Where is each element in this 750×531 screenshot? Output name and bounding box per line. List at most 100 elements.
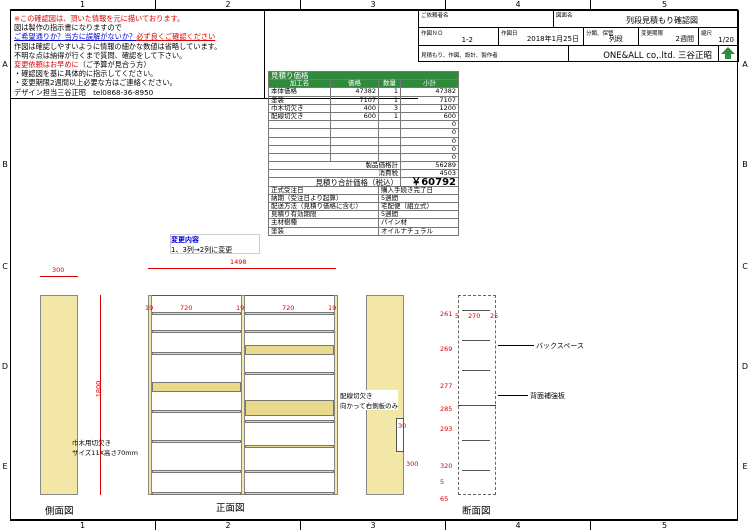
estimate-row: 0 bbox=[268, 128, 459, 138]
tb-maker-value: ONE&ALL co,.ltd. 三谷正昭 bbox=[569, 46, 719, 62]
row-b-right: B bbox=[742, 160, 748, 169]
section-shelf-line bbox=[462, 310, 490, 311]
front-left-side bbox=[148, 295, 152, 495]
front-shelf-left bbox=[152, 440, 241, 443]
front-shelf-right bbox=[245, 330, 334, 333]
col-1-bottom: 1 bbox=[10, 520, 155, 530]
estimate-row: 0 bbox=[268, 144, 459, 154]
change-title: 変更内容 bbox=[171, 236, 199, 244]
front-shelf-right bbox=[245, 372, 334, 375]
tb-drawing: 図面名 列段見積もり確認図 bbox=[554, 10, 739, 28]
row-a-left: A bbox=[2, 60, 8, 69]
estimate-total-row: 製品価格計 56289 bbox=[268, 161, 459, 171]
section-shelf-line bbox=[462, 405, 490, 406]
change-text: 1、3列→2列に変更 bbox=[171, 246, 233, 254]
note-line-3: ご希望通りか？当方に誤解がないか？必ず良くご確認ください bbox=[14, 32, 264, 41]
dim-19-mid: 19 bbox=[236, 304, 245, 312]
sec-v-293: 293 bbox=[440, 425, 453, 433]
back-space-leader bbox=[498, 345, 534, 346]
company-logo-icon bbox=[721, 47, 735, 59]
estimate-row: 0 bbox=[268, 136, 459, 146]
tb-no: 作図ＮＯ 1-2 bbox=[419, 28, 499, 46]
col-3: 3 bbox=[300, 0, 445, 10]
dim-720-right: 720 bbox=[282, 304, 295, 312]
front-shelf-left bbox=[152, 312, 241, 315]
back-reinforce-leader bbox=[498, 395, 528, 396]
front-drawer-panel-right-upper bbox=[245, 345, 334, 355]
estimate-row: 0 bbox=[268, 152, 459, 163]
estimate-info-row: 見積り有効期限 5週間 bbox=[268, 210, 459, 220]
section-view-cabinet bbox=[458, 295, 496, 495]
notch-width-label: 30 bbox=[398, 422, 407, 430]
front-shelf-left bbox=[152, 410, 241, 413]
note-line-1: ※この確認図は、頂いた情報を元に描いております。 bbox=[14, 14, 185, 23]
tb-maker: 見積もり、作図、設計、製作者 bbox=[419, 46, 569, 62]
estimate-info-row: 塗装 オイルナチュラル bbox=[268, 226, 459, 236]
section-shelf-line bbox=[462, 470, 490, 471]
back-reinforce-label: 背面補強板 bbox=[530, 392, 565, 400]
note-line-5: 不明な点は納得が行くまで質問、確認をして下さい。 bbox=[14, 50, 187, 60]
col-4: 4 bbox=[445, 0, 590, 10]
col-2-bottom: 2 bbox=[155, 520, 300, 530]
sec-v-285: 285 bbox=[440, 405, 453, 413]
sec-v-277: 277 bbox=[440, 382, 453, 390]
note-confirm-blue: ご希望通りか？当方に誤解がないか？ bbox=[14, 32, 137, 42]
sec-dim-270: 270 bbox=[468, 312, 481, 320]
title-block: ご依頼者名 図面名 列段見積もり確認図 作図ＮＯ 1-2 作図日 2018年1月25日… bbox=[418, 10, 739, 62]
sec-v-320: 320 bbox=[440, 462, 453, 470]
dim-720-left: 720 bbox=[180, 304, 193, 312]
front-drawer-panel-left bbox=[152, 382, 241, 392]
col-5-bottom: 5 bbox=[590, 520, 738, 530]
sec-dim-25: 25 bbox=[490, 312, 499, 320]
section-view-caption: 断面図 bbox=[462, 506, 491, 517]
row-c-right: C bbox=[742, 262, 748, 271]
sec-dim-5: 5 bbox=[455, 312, 460, 320]
side-depth-dimline bbox=[40, 276, 78, 277]
wiring-notch-note: 配線切欠き 向かって右側板のみ bbox=[340, 390, 399, 410]
side-depth-label: 300 bbox=[52, 266, 65, 274]
side-panel-view bbox=[40, 295, 78, 495]
tb-customer: ご依頼者名 bbox=[419, 10, 554, 28]
row-b-left: B bbox=[2, 160, 8, 169]
note-change-budget: （ご予算が見合う方） bbox=[78, 60, 151, 70]
estimate-row: 配線切欠き 600 1 600 bbox=[268, 111, 459, 122]
note-line-8: ・変更期限2週間以上必要な方はご連絡ください。 bbox=[14, 78, 177, 88]
front-shelf-right bbox=[245, 445, 334, 448]
row-c-left: C bbox=[2, 262, 8, 271]
tb-term: 変更期限 2週間 bbox=[639, 28, 699, 46]
front-drawer-panel-right-lower bbox=[245, 400, 334, 416]
col-1: 1 bbox=[10, 0, 155, 10]
front-view-caption: 正面図 bbox=[216, 503, 245, 514]
note-confirm-red: 必ず良くご確認ください bbox=[136, 32, 216, 42]
note-line-4: 作図は確認しやすいように情報の細かな数値は省略しています。 bbox=[14, 41, 222, 51]
height-label: 1800 bbox=[94, 380, 103, 398]
side-view-caption: 側面図 bbox=[45, 506, 74, 517]
col-2: 2 bbox=[155, 0, 300, 10]
estimate-row: 本体価格 47382 1 47382 bbox=[268, 87, 459, 97]
dim-19-left: 19 bbox=[145, 304, 154, 312]
width-label: 1498 bbox=[230, 258, 247, 266]
notch-height-label: 300 bbox=[406, 460, 419, 468]
row-a-right: A bbox=[742, 60, 748, 69]
section-shelf-line bbox=[462, 370, 490, 371]
tb-class: 分類、保管 列段 bbox=[584, 28, 639, 46]
notes-block: ※この確認図は、頂いた情報を元に描いております。 図は製作の指示書になりますので… bbox=[14, 14, 264, 97]
note-line-6: 変更依頼はお早めに（ご予算が見合う方） bbox=[14, 60, 264, 69]
note-line-2: 図は製作の指示書になりますので bbox=[14, 23, 122, 33]
tb-logo bbox=[719, 46, 739, 62]
estimate-panel: 見積り価格 加工名 価格 数量 小計 本体価格 47382 1 47382 塗装 7107… bbox=[268, 70, 459, 236]
col-5: 5 bbox=[590, 0, 738, 10]
sec-v-5: 5 bbox=[440, 478, 445, 486]
width-dimline bbox=[148, 268, 336, 269]
front-shelf-left bbox=[152, 492, 241, 495]
section-shelf-line bbox=[462, 340, 490, 341]
section-shelf-line bbox=[462, 440, 490, 441]
front-right-side bbox=[334, 295, 338, 495]
front-middle-divider bbox=[241, 295, 245, 495]
row-d-left: D bbox=[1, 362, 9, 371]
estimate-table: 見積り価格 加工名 価格 数量 小計 本体価格 47382 1 47382 塗装 7107… bbox=[268, 70, 459, 236]
sec-v-65: 65 bbox=[440, 495, 449, 503]
row-d-right: D bbox=[741, 362, 749, 371]
front-shelf-right bbox=[245, 470, 334, 473]
back-space-label: バックスペース bbox=[536, 342, 584, 350]
